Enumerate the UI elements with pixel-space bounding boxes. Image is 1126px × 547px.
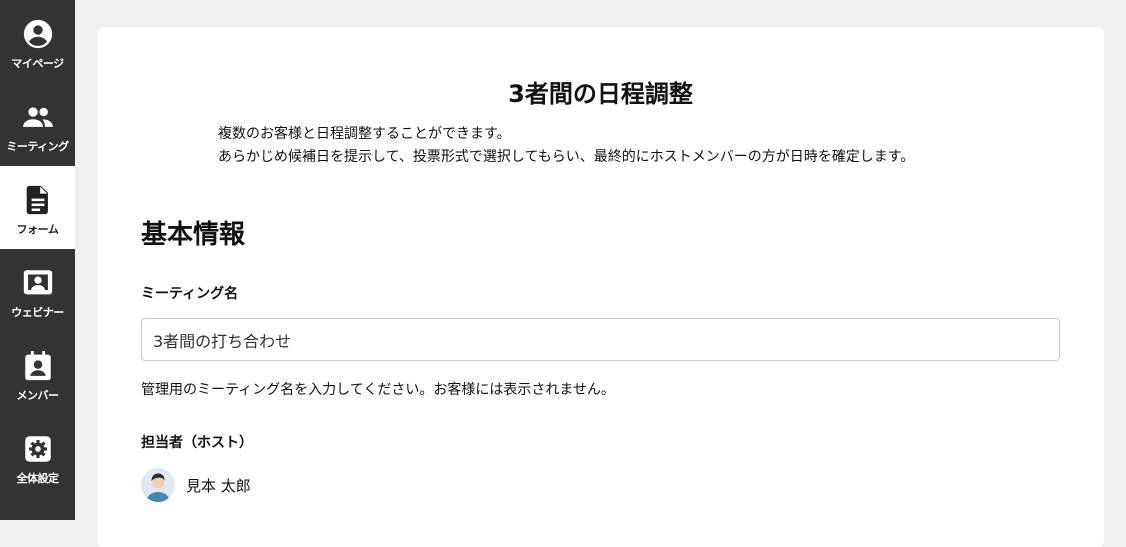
meeting-name-label: ミーティング名 — [141, 286, 239, 302]
intro-line-2: あらかじめ候補日を提示して、投票形式で選択してもらい、最終的にホストメンバーの方… — [218, 149, 915, 165]
sidebar-item-label: マイページ — [11, 57, 64, 70]
presentation-icon — [23, 270, 52, 295]
sidebar-item-label: フォーム — [16, 223, 59, 236]
document-icon — [26, 185, 48, 215]
sidebar-item-label: メンバー — [16, 389, 60, 402]
sidebar-item-label: 全体設定 — [16, 472, 60, 485]
sidebar-item-settings[interactable]: 全体設定 — [0, 415, 75, 498]
gear-icon — [24, 436, 51, 462]
host-name: 見本 太郎 — [186, 476, 251, 495]
sidebar-item-meeting[interactable]: ミーティング — [0, 83, 75, 166]
sidebar-item-label: ウェビナー — [11, 306, 64, 319]
intro-text: 複数のお客様と日程調整することができます。 あらかじめ候補日を提示して、投票形式… — [218, 123, 914, 169]
form-card: 3者間の日程調整 複数のお客様と日程調整することができます。 あらかじめ候補日を… — [97, 27, 1104, 547]
avatar — [141, 468, 175, 502]
account-circle-icon — [23, 19, 52, 49]
people-icon — [22, 107, 53, 127]
host-label: 担当者（ホスト） — [141, 435, 253, 451]
sidebar-item-mypage[interactable]: マイページ — [0, 0, 75, 83]
intro-line-1: 複数のお客様と日程調整することができます。 — [218, 126, 511, 142]
sidebar-item-webinar[interactable]: ウェビナー — [0, 249, 75, 332]
meeting-name-input[interactable] — [141, 318, 1060, 361]
sidebar: マイページ ミーティング フォーム ウェビナー メンバー 全体設定 — [0, 0, 75, 520]
member-badge-icon — [24, 351, 51, 381]
section-title-basic-info: 基本情報 — [141, 220, 246, 250]
sidebar-item-form[interactable]: フォーム — [0, 166, 75, 249]
sidebar-item-label: ミーティング — [6, 140, 69, 153]
sidebar-item-member[interactable]: メンバー — [0, 332, 75, 415]
page-title: 3者間の日程調整 — [508, 80, 693, 108]
host-row: 見本 太郎 — [141, 468, 251, 502]
meeting-name-help-text: 管理用のミーティング名を入力してください。お客様には表示されません。 — [141, 382, 615, 398]
